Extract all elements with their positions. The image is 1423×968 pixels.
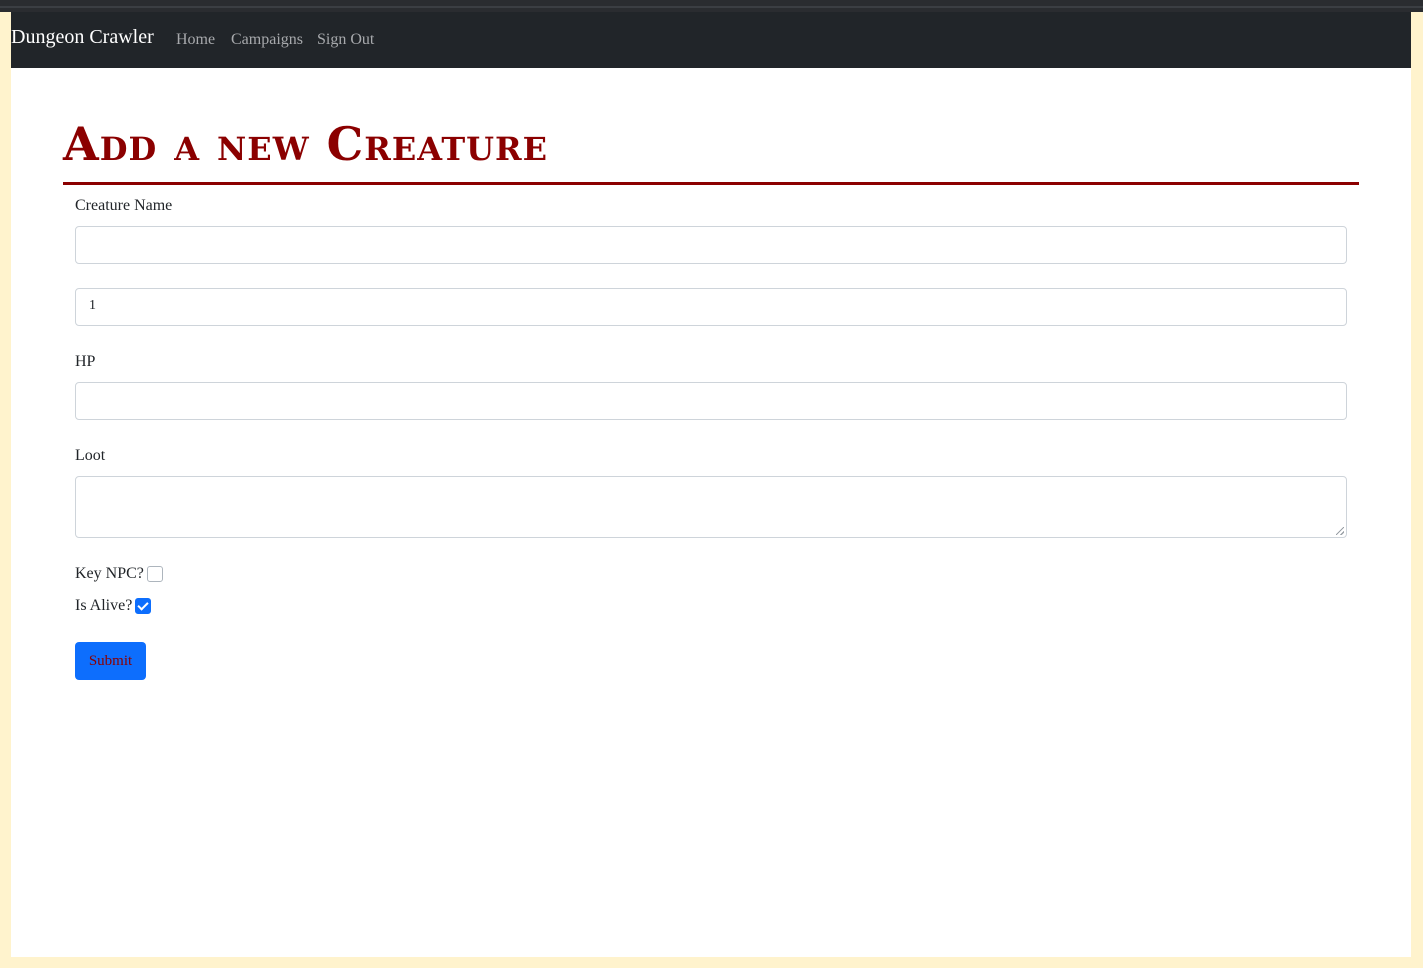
browser-top-strip — [0, 0, 1423, 12]
second-input-value: 1 — [89, 298, 96, 313]
hp-input[interactable] — [75, 382, 1347, 420]
loot-label: Loot — [75, 447, 106, 464]
key-npc-label: Key NPC? — [75, 565, 144, 582]
creature-name-input[interactable] — [75, 226, 1347, 264]
page-title: Add a new Creature — [63, 117, 549, 171]
is-alive-label: Is Alive? — [75, 597, 133, 614]
resize-grip-icon[interactable] — [1336, 527, 1344, 535]
is-alive-checkbox[interactable] — [135, 598, 152, 614]
second-input-field[interactable]: 1 — [75, 288, 1347, 326]
hp-label: HP — [75, 353, 96, 370]
title-divider — [63, 182, 1359, 185]
key-npc-row: Key NPC? — [75, 565, 163, 583]
loot-textarea[interactable] — [75, 476, 1347, 538]
page-container: Dungeon Crawler Home Campaigns Sign Out … — [11, 12, 1411, 957]
nav-link-sign-out[interactable]: Sign Out — [317, 31, 374, 49]
creature-name-label: Creature Name — [75, 197, 173, 214]
nav-link-campaigns[interactable]: Campaigns — [231, 31, 303, 49]
brand-link[interactable]: Dungeon Crawler — [11, 26, 154, 49]
is-alive-row: Is Alive? — [75, 597, 152, 615]
navbar: Dungeon Crawler Home Campaigns Sign Out — [11, 12, 1411, 68]
key-npc-checkbox[interactable] — [146, 566, 163, 582]
browser-top-strip-line — [0, 6, 1423, 8]
nav-link-home[interactable]: Home — [176, 31, 215, 49]
submit-button[interactable]: Submit — [75, 642, 146, 680]
